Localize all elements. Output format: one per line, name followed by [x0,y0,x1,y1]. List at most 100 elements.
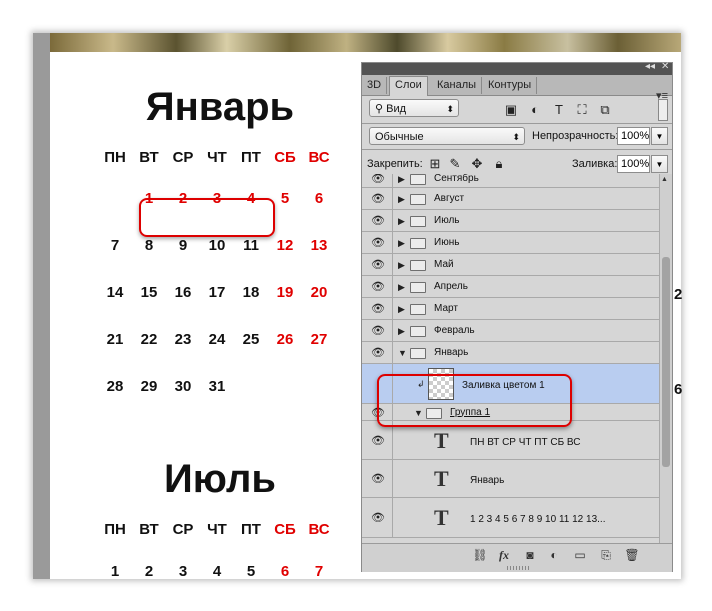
expand-right-icon[interactable]: ▶ [398,174,405,185]
collapse-panel-icon[interactable]: ◂◂ [645,61,655,72]
peek-number-right-1: 2 [674,286,683,303]
calendar-day: 7 [110,237,120,254]
folder-icon [410,326,426,337]
background-photo-strip [50,33,681,52]
calendar-day: 15 [140,284,158,301]
opacity-input[interactable]: 100% [617,127,650,145]
expand-right-icon[interactable]: ▶ [398,304,405,315]
layer-row[interactable]: 👁︎ ▶ Июнь [362,232,659,254]
eye-icon[interactable]: 👁︎ [370,347,386,359]
expand-right-icon[interactable]: ▶ [398,194,405,205]
layer-row[interactable]: 👁︎ ▶ Май [362,254,659,276]
shape-filter-icon[interactable]: ⛶ [575,103,589,117]
peek-number-right-2: 6 [674,381,683,398]
trash-icon[interactable]: 🗑︎ [624,548,640,562]
eye-icon[interactable]: 👁︎ [370,473,386,485]
expand-down-icon[interactable]: ▼ [398,348,407,358]
calendar-day: 20 [310,284,328,301]
left-gray-bar [33,33,50,579]
layer-row[interactable]: 👁︎ ▶ Февраль [362,320,659,342]
adjustment-filter-icon[interactable]: ◐ [528,103,542,117]
layer-name: Январь [470,475,505,486]
scroll-up-icon[interactable]: ▲ [661,176,668,183]
eye-icon[interactable]: 👁︎ [370,259,386,271]
new-group-icon[interactable]: ▭ [572,548,588,562]
blend-mode-select[interactable]: Обычные ⬍ [369,127,525,145]
layer-name: Апрель [434,281,468,292]
fill-input[interactable]: 100% [617,155,650,173]
calendar-day: 7 [314,563,324,579]
expand-right-icon[interactable]: ▶ [398,260,405,271]
weekday-header: СР [172,149,194,166]
lock-move-icon[interactable]: ✥ [470,157,484,171]
layer-name: Август [434,193,465,204]
folder-icon [410,194,426,205]
link-icon[interactable]: ⛓ [472,548,488,562]
eye-icon[interactable]: 👁︎ [370,512,386,524]
tab-3d[interactable]: 3D [362,77,388,94]
mask-icon[interactable]: ◙ [522,548,538,562]
lock-all-icon[interactable]: 🔒︎ [492,157,506,171]
weekday-header: СР [172,521,194,538]
divider [362,123,672,124]
fx-icon[interactable]: fx [496,548,512,563]
weekday-header: ПТ [241,149,261,166]
weekday-header: ЧТ [207,521,227,538]
expand-right-icon[interactable]: ▶ [398,326,405,337]
eye-icon[interactable]: 👁︎ [370,174,386,185]
eye-icon[interactable]: 👁︎ [370,193,386,205]
layer-row[interactable]: 👁︎ ▶ Март [362,298,659,320]
expand-right-icon[interactable]: ▶ [398,282,405,293]
layer-row[interactable]: 👁︎ ▶ Июль [362,210,659,232]
tab-channels[interactable]: Каналы [432,77,483,94]
calendar-day: 1 [110,563,120,579]
expand-right-icon[interactable]: ▶ [398,238,405,249]
filter-kind-select[interactable]: ⚲ Вид ⬍ [369,99,459,117]
eye-icon[interactable]: 👁︎ [370,303,386,315]
text-layer-icon: T [434,466,449,491]
tab-paths[interactable]: Контуры [483,77,538,94]
divider [362,149,672,150]
layer-row[interactable]: 👁︎ T 1 2 3 4 5 6 7 8 9 10 11 12 13... [362,498,659,538]
weekday-header: ПН [104,149,126,166]
opacity-dropdown-icon[interactable]: ▼ [651,127,668,145]
type-filter-icon[interactable]: T [552,103,566,117]
layer-row[interactable]: 👁︎ ▶ Сентябрь [362,174,659,188]
tab-layers[interactable]: Слои [389,76,428,96]
lock-transparent-icon[interactable]: ⊞ [428,157,442,171]
fill-dropdown-icon[interactable]: ▼ [651,155,668,173]
layer-name: Май [434,259,454,270]
calendar-day: 26 [276,331,294,348]
new-layer-icon[interactable]: ⎘ [598,548,614,563]
smart-object-filter-icon[interactable]: ⧉ [598,103,612,117]
panel-bottom-bar: ⛓ fx ◙ ◐ ▭ ⎘ 🗑︎ [362,543,672,572]
scroll-thumb[interactable] [662,257,670,467]
fill-label: Заливка: [572,158,618,170]
image-filter-icon[interactable]: ▣ [504,103,518,117]
filter-toggle[interactable] [658,99,668,121]
calendar-day: 18 [242,284,260,301]
text-layer-icon: T [434,505,449,530]
eye-icon[interactable]: 👁︎ [370,435,386,447]
expand-right-icon[interactable]: ▶ [398,216,405,227]
eye-icon[interactable]: 👁︎ [370,215,386,227]
layer-row[interactable]: 👁︎ ▼ Январь [362,342,659,364]
lock-brush-icon[interactable]: ✎ [448,157,462,171]
eye-icon[interactable]: 👁︎ [370,281,386,293]
adjustment-icon[interactable]: ◐ [546,548,562,562]
layer-name: ПН ВТ СР ЧТ ПТ СБ ВС [470,436,581,448]
eye-icon[interactable]: 👁︎ [370,237,386,249]
close-panel-icon[interactable]: ✕ [661,61,669,72]
layer-row[interactable]: 👁︎ T Январь [362,460,659,498]
weekday-header: ПН [104,521,126,538]
layer-row[interactable]: 👁︎ ▶ Август [362,188,659,210]
search-icon: ⚲ [375,103,387,115]
layer-row[interactable]: 👁︎ ▶ Апрель [362,276,659,298]
folder-icon [410,348,426,359]
calendar-day: 30 [174,378,192,395]
calendar-day: 11 [243,237,259,254]
resize-grip[interactable] [507,566,529,570]
layers-scrollbar[interactable]: ▲ ▼ [659,174,672,555]
eye-icon[interactable]: 👁︎ [370,325,386,337]
calendar-day: 10 [208,237,226,254]
